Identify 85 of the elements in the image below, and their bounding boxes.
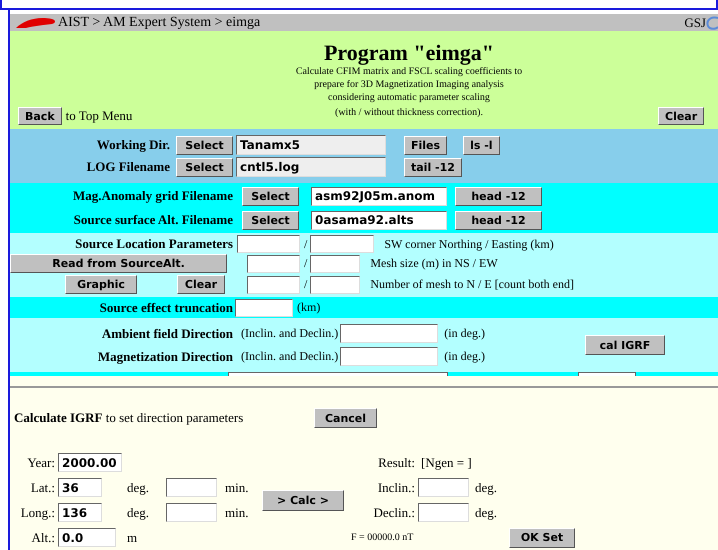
hint-text: (Inclin. and Declin.) xyxy=(241,349,338,364)
read-button[interactable]: Read from SourceAlt. xyxy=(10,254,227,273)
back-button[interactable]: Back xyxy=(18,107,62,126)
result-label: Result: xyxy=(377,454,416,471)
result-field[interactable] xyxy=(418,478,469,498)
year-field[interactable]: 2000.00 xyxy=(58,453,122,472)
coord-label: Lat.: xyxy=(30,480,56,496)
unit-text: deg. xyxy=(474,504,498,521)
path-field[interactable]: cntl5.log xyxy=(236,157,386,178)
select-button[interactable]: Select xyxy=(176,136,233,155)
number-field[interactable] xyxy=(237,235,300,254)
cancel-button[interactable]: Cancel xyxy=(314,408,377,428)
back-label: to Top Menu xyxy=(66,108,132,124)
head-button[interactable]: head -12 xyxy=(455,210,542,230)
unit-text: min. xyxy=(224,480,250,496)
degree-field[interactable]: 136 xyxy=(58,503,102,522)
number-field[interactable] xyxy=(310,254,360,273)
select-button[interactable]: Select xyxy=(242,186,299,206)
number-field[interactable] xyxy=(235,298,293,317)
field-label: Magnetization Direction xyxy=(96,348,233,365)
degree-field[interactable]: 36 xyxy=(58,478,102,498)
field-label: LOG Filename xyxy=(86,159,170,176)
field-label: Source Location Parameters xyxy=(74,236,233,252)
action-button[interactable]: tail -12 xyxy=(404,158,462,177)
unit-text: min. xyxy=(224,504,250,521)
bird-logo-icon xyxy=(14,16,58,30)
description-line: considering automatic parameter scaling xyxy=(328,91,490,104)
direction-field[interactable] xyxy=(340,347,438,366)
unit-text: (in deg.) xyxy=(444,349,485,364)
result-field-label: Inclin.: xyxy=(376,480,416,496)
field-label: Ambient field Direction xyxy=(100,326,233,342)
path-field[interactable]: Tanamx5 xyxy=(236,135,386,156)
graphic-button[interactable]: Graphic xyxy=(65,274,137,294)
number-field[interactable] xyxy=(247,276,300,294)
description-line: Calculate CFIM matrix and FSCL scaling coefficients to xyxy=(296,65,522,78)
field-label: Source effect truncation xyxy=(98,300,233,316)
altitude-field[interactable]: 0.0 xyxy=(58,528,116,548)
minute-field[interactable] xyxy=(166,478,217,498)
unit-text: (in deg.) xyxy=(444,326,485,342)
field-description: Mesh size (m) in NS / EW xyxy=(370,256,498,272)
clear-button[interactable]: Clear xyxy=(658,107,704,126)
unit-text: deg. xyxy=(126,480,150,496)
breadcrumb: AIST > AM Expert System > eimga xyxy=(58,14,262,31)
unit-text: (km) xyxy=(297,300,320,316)
minute-field[interactable] xyxy=(166,503,217,522)
unit-text: deg. xyxy=(474,480,498,496)
alt-label: Alt.: xyxy=(30,530,56,546)
filename-field[interactable]: asm92J05m.anom xyxy=(311,186,447,206)
calc-button[interactable]: > Calc > xyxy=(262,490,344,511)
action-button[interactable]: Files xyxy=(404,136,448,155)
hint-text: (Inclin. and Declin.) xyxy=(241,326,338,342)
separator-text: / xyxy=(304,256,308,272)
unit-text: deg. xyxy=(126,504,150,521)
page-title: Program "eimga" xyxy=(324,41,494,66)
select-button[interactable]: Select xyxy=(242,210,299,230)
separator-text: / xyxy=(304,277,308,292)
result-field-label: Declin.: xyxy=(372,504,416,521)
field-strength-text: F = 00000.0 nT xyxy=(350,532,414,544)
select-button[interactable]: Select xyxy=(176,158,233,177)
cal-igrf-button[interactable]: cal IGRF xyxy=(584,335,665,356)
org-label: GSJ xyxy=(684,14,706,31)
direction-field[interactable] xyxy=(340,324,438,344)
field-label: Source surface Alt. Filename xyxy=(72,212,233,228)
unit-text: m xyxy=(126,530,138,546)
ngen-text: [Ngen = ] xyxy=(420,454,473,471)
result-field[interactable] xyxy=(418,503,469,522)
action-button[interactable]: ls -l xyxy=(463,136,500,155)
head-button[interactable]: head -12 xyxy=(455,186,542,206)
field-description: Number of mesh to N / E [count both end] xyxy=(370,277,574,292)
field-label: Mag.Anomaly grid Filename xyxy=(72,188,233,204)
clear-button[interactable]: Clear xyxy=(177,274,225,294)
coord-label: Long.: xyxy=(20,504,56,521)
filename-field[interactable]: 0asama92.alts xyxy=(311,210,447,230)
number-field[interactable] xyxy=(247,254,300,273)
gsj-logo-icon xyxy=(706,16,718,30)
note-text: (with / without thickness correction). xyxy=(334,107,484,118)
ok-set-button[interactable]: OK Set xyxy=(509,528,575,548)
separator-text: / xyxy=(304,236,308,252)
dialog-title: Calculate IGRF to set direction parameters xyxy=(14,410,244,426)
field-description: SW corner Northing / Easting (km) xyxy=(384,236,554,252)
year-label: Year: xyxy=(26,454,56,471)
number-field[interactable] xyxy=(310,235,374,254)
field-label: Working Dir. xyxy=(96,137,170,154)
number-field[interactable] xyxy=(310,276,360,294)
description-line: prepare for 3D Magnetization Imaging analysis xyxy=(314,78,504,92)
